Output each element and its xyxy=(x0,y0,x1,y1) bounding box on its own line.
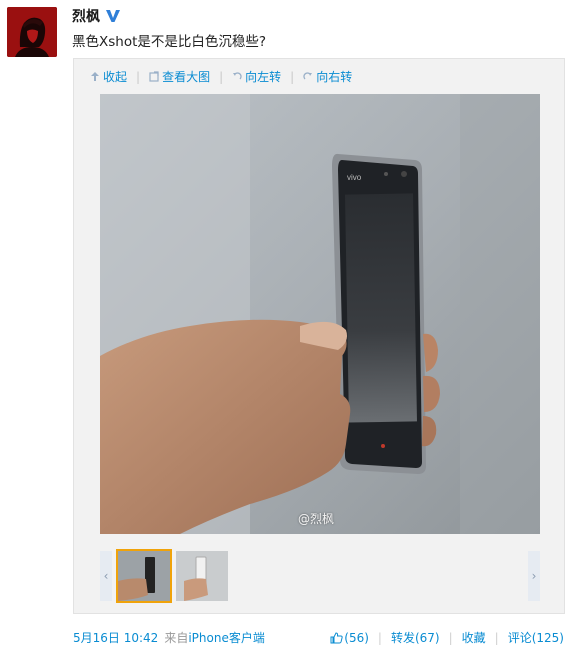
view-large-label: 查看大图 xyxy=(162,70,211,84)
view-large-button[interactable]: 查看大图 xyxy=(149,68,210,85)
svg-text:vivo: vivo xyxy=(347,173,362,182)
chevron-left-icon: ‹ xyxy=(103,569,109,583)
collapse-label: 收起 xyxy=(103,70,128,84)
actions-divider: | xyxy=(377,630,382,645)
rotate-left-button[interactable]: 向左转 xyxy=(232,68,281,85)
favorite-button[interactable]: 收藏 xyxy=(462,629,486,646)
post-text: 黑色Xshot是不是比白色沉稳些? xyxy=(72,34,267,50)
collapse-button[interactable]: 收起 xyxy=(90,68,127,85)
post-meta: 5月16日 10:42 来自iPhone客户端 xyxy=(73,629,265,646)
toolbar-divider: | xyxy=(219,69,224,84)
rotate-right-button[interactable]: 向右转 xyxy=(303,68,352,85)
thumbnail-1[interactable] xyxy=(116,549,172,603)
like-button[interactable]: (56) xyxy=(330,631,369,645)
post-actions: (56) | 转发(67) | 收藏 | 评论(125) xyxy=(330,629,564,646)
username-text[interactable]: 烈枫 xyxy=(72,6,100,26)
media-box: 收起 | 查看大图 | 向左转 | 向右转 vivo @烈枫 ‹ › xyxy=(73,58,565,614)
thumbs-up-icon xyxy=(330,631,343,644)
actions-divider: | xyxy=(448,630,453,645)
source-prefix: 来自 xyxy=(164,631,189,645)
photo-watermark: @烈枫 xyxy=(297,512,334,526)
thumb-next-button[interactable]: › xyxy=(528,551,540,601)
thumbnail-2[interactable] xyxy=(176,551,228,601)
rotate-right-icon xyxy=(303,71,313,82)
toolbar-divider: | xyxy=(136,69,141,84)
verified-icon xyxy=(105,8,121,24)
source-link[interactable]: iPhone客户端 xyxy=(188,631,265,645)
rotate-left-icon xyxy=(232,71,242,82)
toolbar-divider: | xyxy=(290,69,295,84)
arrow-up-icon xyxy=(90,71,100,82)
enlarge-icon xyxy=(149,71,159,82)
source-line: 来自iPhone客户端 xyxy=(164,629,265,646)
thumbnail-strip: ‹ › xyxy=(100,549,540,603)
chevron-right-icon: › xyxy=(531,569,537,583)
media-toolbar: 收起 | 查看大图 | 向左转 | 向右转 xyxy=(90,68,352,85)
post-time-link[interactable]: 5月16日 10:42 xyxy=(73,629,158,646)
repost-button[interactable]: 转发(67) xyxy=(391,629,440,646)
avatar[interactable] xyxy=(7,7,57,57)
username[interactable]: 烈枫 xyxy=(72,6,121,26)
thumb-prev-button[interactable]: ‹ xyxy=(100,551,112,601)
comment-button[interactable]: 评论(125) xyxy=(508,629,564,646)
rotate-right-label: 向右转 xyxy=(316,70,353,84)
main-photo[interactable]: vivo @烈枫 xyxy=(100,94,540,534)
rotate-left-label: 向左转 xyxy=(245,70,282,84)
actions-divider: | xyxy=(494,630,499,645)
like-count: (56) xyxy=(344,630,369,645)
